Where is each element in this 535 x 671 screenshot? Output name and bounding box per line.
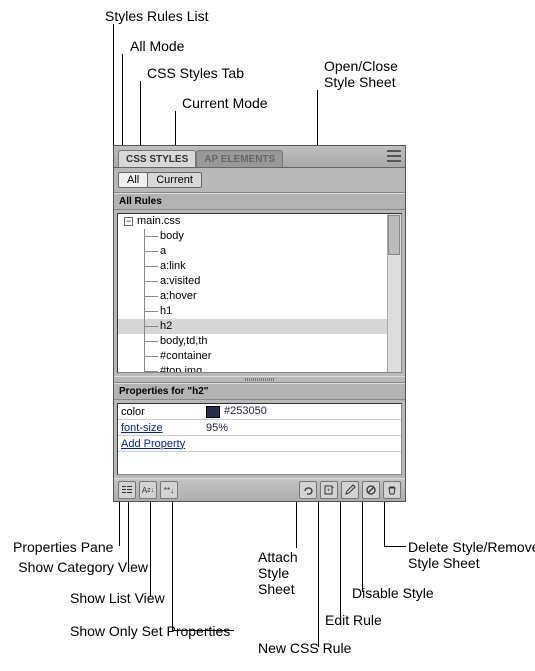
svg-text:+: +	[327, 488, 331, 494]
stylesheet-name: main.css	[137, 215, 180, 227]
rule-row[interactable]: h2	[118, 319, 401, 334]
action-buttons-group: +	[299, 481, 401, 499]
callout-attach: Attach Style Sheet	[258, 549, 298, 597]
edit-rule-button[interactable]	[341, 481, 359, 499]
property-name: color	[118, 406, 203, 418]
property-value[interactable]: #253050	[203, 405, 401, 417]
callout-new-css-rule: New CSS Rule	[258, 640, 351, 656]
callout-css-styles-tab: CSS Styles Tab	[147, 65, 244, 81]
property-row[interactable]: color#253050	[118, 404, 401, 420]
panel-menu-icon[interactable]	[387, 150, 401, 162]
callout-edit-rule: Edit Rule	[325, 612, 382, 628]
panel-footer: Az↓ **↓ +	[114, 478, 405, 501]
rule-row[interactable]: h1	[118, 304, 401, 319]
category-view-button[interactable]	[118, 481, 136, 499]
property-name: font-size	[118, 422, 203, 434]
view-buttons-group: Az↓ **↓	[118, 481, 178, 499]
new-rule-button[interactable]: +	[320, 481, 338, 499]
stylesheet-row[interactable]: −main.css	[118, 214, 401, 229]
callout-open-close: Open/Close Style Sheet	[324, 58, 398, 90]
add-property-row[interactable]: Add Property	[118, 436, 401, 452]
property-value[interactable]: 95%	[203, 422, 401, 434]
rule-row[interactable]: #container	[118, 349, 401, 364]
all-rules-header: All Rules	[114, 193, 405, 210]
rule-row[interactable]: a:hover	[118, 289, 401, 304]
callout-all-mode: All Mode	[130, 38, 184, 54]
css-styles-panel: CSS STYLES AP ELEMENTS All Current All R…	[113, 145, 406, 502]
callout-disable-style: Disable Style	[352, 585, 434, 601]
blank-row	[118, 452, 401, 474]
callout-styles-rules-list: Styles Rules List	[105, 8, 208, 24]
callout-show-only-set: Show Only Set Properties	[70, 623, 230, 639]
mode-all-button[interactable]: All	[118, 172, 148, 188]
color-swatch[interactable]	[206, 406, 220, 418]
rules-tree[interactable]: −main.css bodyaa:linka:visiteda:hoverh1h…	[117, 213, 402, 373]
panel-tab-row: CSS STYLES AP ELEMENTS	[114, 146, 405, 168]
callout-properties-pane: Properties Pane	[13, 539, 113, 555]
rule-row[interactable]: body	[118, 229, 401, 244]
attach-stylesheet-button[interactable]	[299, 481, 317, 499]
splitter-grip[interactable]	[114, 376, 405, 383]
rule-row[interactable]: #top img	[118, 364, 401, 373]
properties-table: color#253050font-size95% Add Property	[117, 403, 402, 475]
property-row[interactable]: font-size95%	[118, 420, 401, 436]
tab-css-styles[interactable]: CSS STYLES	[118, 150, 196, 167]
callout-delete-style: Delete Style/Remove Style Sheet	[408, 539, 535, 571]
disable-style-button[interactable]	[362, 481, 380, 499]
list-view-button[interactable]: Az↓	[139, 481, 157, 499]
rule-row[interactable]: body,td,th	[118, 334, 401, 349]
rules-scrollbar[interactable]	[387, 214, 401, 372]
tab-ap-elements[interactable]: AP ELEMENTS	[196, 150, 283, 167]
collapse-icon[interactable]: −	[124, 217, 133, 226]
rule-row[interactable]: a:visited	[118, 274, 401, 289]
mode-bar: All Current	[114, 168, 405, 193]
callout-current-mode: Current Mode	[182, 95, 268, 111]
add-property-link[interactable]: Add Property	[118, 438, 203, 450]
delete-button[interactable]	[383, 481, 401, 499]
mode-current-button[interactable]: Current	[147, 172, 202, 188]
properties-header: Properties for "h2"	[114, 383, 405, 400]
scrollbar-thumb[interactable]	[388, 215, 400, 255]
rule-row[interactable]: a	[118, 244, 401, 259]
rule-row[interactable]: a:link	[118, 259, 401, 274]
set-properties-button[interactable]: **↓	[160, 481, 178, 499]
